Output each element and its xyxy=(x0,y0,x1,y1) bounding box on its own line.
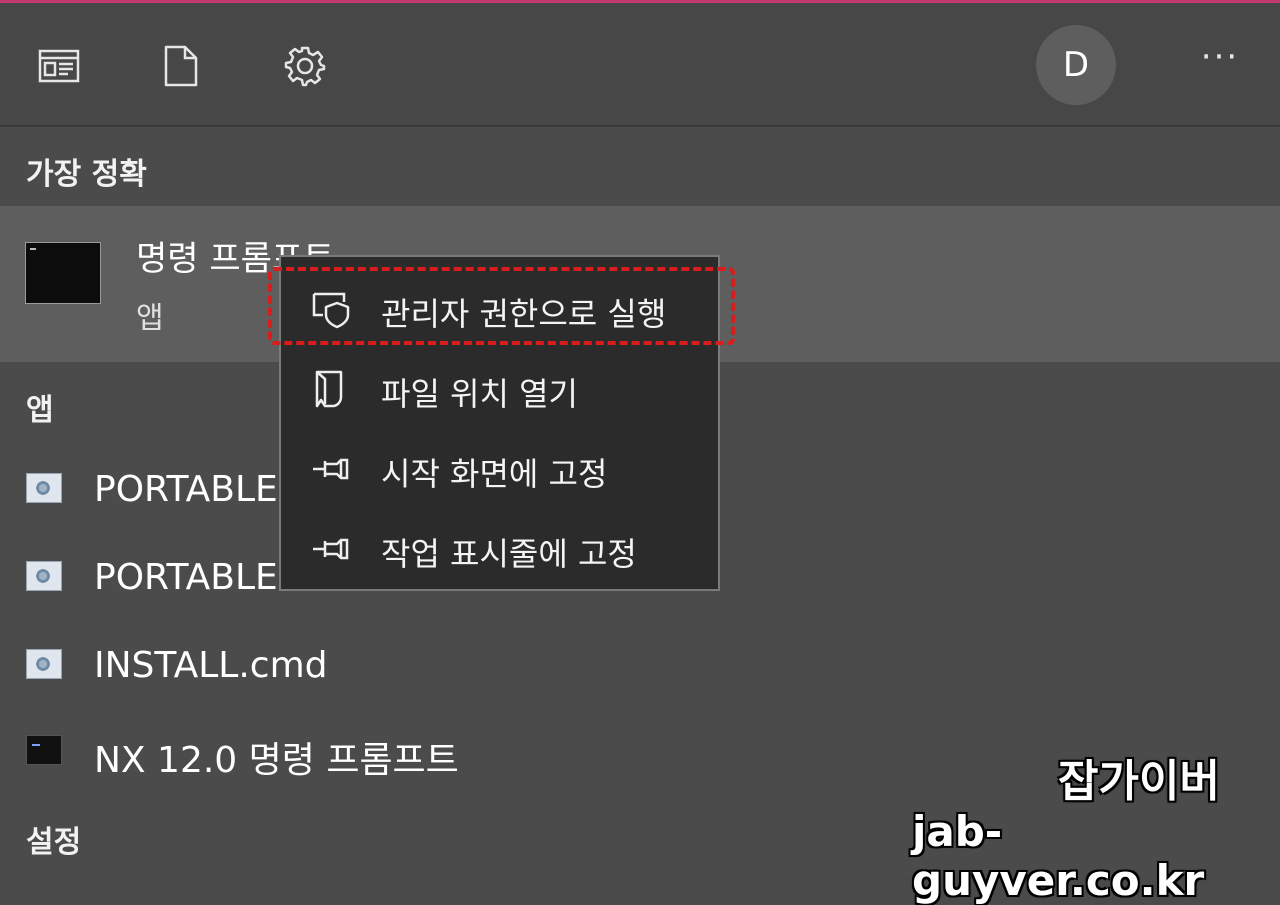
app-result-label: NX 12.0 명령 프롬프트 xyxy=(94,740,459,781)
section-apps: 앱 xyxy=(26,393,54,428)
folder-open-icon xyxy=(311,369,351,409)
annotation-highlight-box xyxy=(268,267,735,345)
more-options-button[interactable]: ··· xyxy=(1190,40,1250,83)
menu-item-label: 시작 화면에 고정 xyxy=(381,455,608,493)
start-search-panel: D ··· 가장 정확 명령 프롬프트 앱 앱 PORTABLE PORTABL… xyxy=(0,0,1280,905)
news-icon[interactable] xyxy=(32,39,86,93)
section-settings: 설정 xyxy=(26,825,82,860)
document-icon[interactable] xyxy=(154,39,208,93)
app-result-label: PORTABLE. xyxy=(94,557,290,598)
menu-item-pin-to-start[interactable]: 시작 화면에 고정 xyxy=(281,429,718,509)
watermark-site: jab-guyver.co.kr xyxy=(912,807,1205,905)
script-gear-icon xyxy=(26,649,62,679)
account-avatar[interactable]: D xyxy=(1036,25,1116,105)
app-result-label: PORTABLE xyxy=(94,469,278,510)
app-result-label: INSTALL.cmd xyxy=(94,645,328,686)
script-gear-icon xyxy=(26,473,62,503)
command-prompt-icon xyxy=(25,242,101,304)
menu-item-label: 파일 위치 열기 xyxy=(381,375,578,413)
console-icon xyxy=(26,735,62,765)
menu-item-open-file-location[interactable]: 파일 위치 열기 xyxy=(281,349,718,429)
app-result-row[interactable]: INSTALL.cmd xyxy=(0,627,1280,707)
script-gear-icon xyxy=(26,561,62,591)
best-match-subtitle: 앱 xyxy=(136,301,164,336)
section-best-match: 가장 정확 xyxy=(26,157,147,192)
menu-item-label: 작업 표시줄에 고정 xyxy=(381,535,637,573)
pin-icon xyxy=(311,449,351,489)
gear-icon[interactable] xyxy=(278,39,332,93)
search-toolbar: D ··· xyxy=(0,3,1280,127)
menu-item-pin-to-taskbar[interactable]: 작업 표시줄에 고정 xyxy=(281,509,718,589)
watermark-name: 잡가이버 xyxy=(1058,756,1220,807)
pin-icon xyxy=(311,529,351,569)
